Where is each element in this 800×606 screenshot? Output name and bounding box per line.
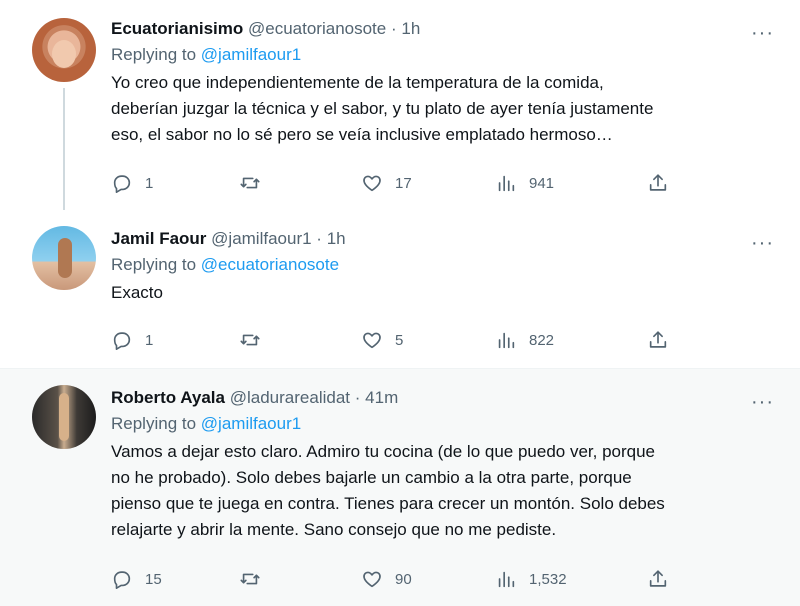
user-handle[interactable]: @jamilfaour1 [211,229,311,248]
like-count: 17 [395,174,412,192]
tweet-actions: 15 90 1,532 [111,567,691,591]
share-icon [649,174,667,191]
tweet[interactable]: ··· Roberto Ayala @ladurarealidat · 41m … [0,368,800,606]
tweet-text-line: deberían juzgar la técnica y el sabor, y… [111,99,654,118]
tweet-header: Ecuatorianisimo @ecuatorianosote · 1h [111,18,780,40]
views-button[interactable]: 941 [495,171,554,195]
replying-to: Replying to @ecuatorianosote [111,254,780,276]
share-button[interactable] [647,171,681,195]
replying-to: Replying to @jamilfaour1 [111,44,780,66]
tweet-text-line: eso, el sabor no lo sé pero se veía incl… [111,125,613,144]
views-count: 822 [529,331,555,349]
retweet-icon [240,573,260,585]
tweet-text-line: relajarte y abrir la mente. Sano consejo… [111,520,557,539]
tweet-text-line: Yo creo que independientemente de la tem… [111,73,604,92]
tweet[interactable]: ··· Jamil Faour @jamilfaour1 · 1h Replyi… [0,210,800,368]
separator-dot: · [316,229,322,248]
like-button[interactable]: 17 [361,171,412,195]
tweet-actions: 1 17 941 [111,171,691,195]
share-button[interactable] [647,567,681,591]
avatar[interactable] [32,385,96,449]
reply-count: 15 [145,570,162,588]
timestamp[interactable]: 1h [401,19,420,38]
replying-to-label: Replying to [111,255,197,274]
share-icon [649,570,667,587]
retweet-icon [240,334,260,346]
like-count: 5 [395,331,404,349]
tweet-text-line: Vamos a dejar esto claro. Admiro tu coci… [111,442,656,461]
like-icon [363,332,381,349]
reply-count: 1 [145,331,154,349]
avatar[interactable] [32,18,96,82]
tweet-body: Roberto Ayala @ladurarealidat · 41m Repl… [111,387,780,543]
tweet-header: Roberto Ayala @ladurarealidat · 41m [111,387,780,409]
tweet-text: Yo creo que independientemente de la tem… [111,70,780,148]
separator-dot: · [390,19,397,38]
tweet-body: Jamil Faour @jamilfaour1 · 1h Replying t… [111,228,780,306]
views-button[interactable]: 822 [495,328,554,352]
like-count: 90 [395,570,412,588]
views-count: 941 [529,174,555,192]
timestamp[interactable]: 1h [327,229,346,248]
share-button[interactable] [647,328,681,352]
views-button[interactable]: 1,532 [495,567,567,591]
like-icon [363,175,381,192]
like-icon [363,571,381,588]
reply-button[interactable]: 15 [111,567,162,591]
replying-to-label: Replying to [111,45,197,64]
retweet-icon [240,177,260,189]
retweet-button[interactable] [239,171,273,195]
display-name[interactable]: Jamil Faour [111,229,206,248]
reply-button[interactable]: 1 [111,171,153,195]
tweet-text: Exacto [111,280,780,306]
replying-to-link[interactable]: @jamilfaour1 [201,414,301,433]
tweet-header: Jamil Faour @jamilfaour1 · 1h [111,228,780,250]
retweet-button[interactable] [239,328,273,352]
reply-icon [113,332,131,350]
reply-icon [113,175,131,193]
share-icon [649,331,667,348]
display-name[interactable]: Ecuatorianisimo [111,19,243,38]
retweet-button[interactable] [239,567,273,591]
views-icon [498,175,515,192]
tweet-text: Vamos a dejar esto claro. Admiro tu coci… [111,439,780,543]
views-icon [498,571,515,588]
tweet-text-line: pienso que te juega en contra. Tienes pa… [111,494,665,513]
separator-dot: · [354,388,361,407]
tweet-actions: 1 5 822 [111,328,691,352]
replying-to-link[interactable]: @jamilfaour1 [201,45,301,64]
reply-count: 1 [145,174,154,192]
tweet-text-line: no he probado). Solo debes bajarle un ca… [111,468,632,487]
user-handle[interactable]: @ladurarealidat [230,388,350,407]
display-name[interactable]: Roberto Ayala [111,388,225,407]
avatar[interactable] [32,226,96,290]
tweet[interactable]: ··· Ecuatorianisimo @ecuatorianosote · 1… [0,0,800,224]
thread-line [63,88,65,224]
reply-icon [113,571,131,589]
replying-to-label: Replying to [111,414,197,433]
replying-to-link[interactable]: @ecuatorianosote [201,255,339,274]
views-icon [498,332,515,349]
replying-to: Replying to @jamilfaour1 [111,413,780,435]
views-count: 1,532 [529,570,567,588]
like-button[interactable]: 90 [361,567,412,591]
reply-button[interactable]: 1 [111,328,153,352]
timestamp[interactable]: 41m [365,388,398,407]
tweet-text-line: Exacto [111,283,163,302]
user-handle[interactable]: @ecuatorianosote [248,19,386,38]
like-button[interactable]: 5 [361,328,403,352]
tweet-body: Ecuatorianisimo @ecuatorianosote · 1h Re… [111,18,780,148]
